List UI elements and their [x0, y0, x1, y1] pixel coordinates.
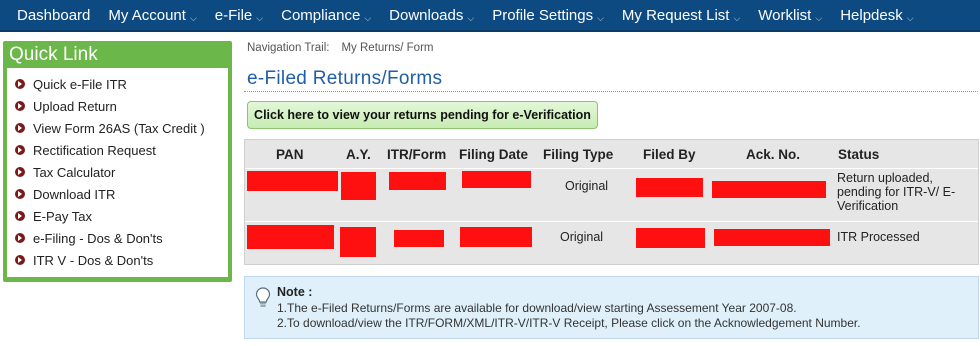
row-divider: [245, 221, 978, 222]
quick-link-item[interactable]: Rectification Request: [7, 139, 228, 161]
bullet-arrow-icon: [15, 233, 25, 243]
chevron-down-icon: ⌵: [733, 12, 741, 23]
redacted-itr-form: [394, 230, 444, 247]
quick-link-label: View Form 26AS (Tax Credit ): [33, 120, 205, 136]
redacted-filing-date: [460, 227, 532, 247]
bullet-arrow-icon: [15, 167, 25, 177]
breadcrumb-path: My Returns/ Form: [341, 42, 434, 54]
chevron-down-icon: ⌵: [906, 12, 914, 23]
status-line: ITR Processed: [837, 230, 920, 244]
quick-link-list: Quick e-File ITR Upload Return View Form…: [7, 68, 228, 277]
filing-type: Original: [560, 230, 604, 244]
redacted-filing-date: [462, 171, 531, 188]
breadcrumb: Navigation Trail: My Returns/ Form: [247, 42, 445, 54]
row-divider: [245, 168, 978, 169]
column-header-ay: A.Y.: [346, 146, 371, 162]
chevron-down-icon: ⌵: [467, 12, 475, 23]
quick-link-item[interactable]: E-Pay Tax: [7, 205, 228, 227]
nav-label: Dashboard: [17, 6, 91, 24]
column-header-pan: PAN: [276, 146, 304, 162]
column-header-status: Status: [838, 146, 880, 162]
filing-type: Original: [565, 179, 609, 193]
title-divider: [244, 91, 978, 92]
nav-label: Compliance: [281, 6, 361, 24]
quick-link-item[interactable]: View Form 26AS (Tax Credit ): [7, 117, 228, 139]
status-text: ITR Processed: [837, 230, 920, 244]
chevron-down-icon: ⌵: [364, 12, 372, 23]
nav-compliance[interactable]: Compliance ⌵: [272, 0, 380, 31]
column-header-filing-type: Filing Type: [543, 146, 614, 162]
nav-my-account[interactable]: My Account ⌵: [99, 0, 205, 31]
bullet-arrow-icon: [15, 101, 25, 111]
column-header-itr-form: ITR/Form: [387, 146, 447, 162]
quick-link-label: ITR V - Dos & Don'ts: [33, 252, 154, 268]
redacted-ay: [341, 172, 376, 200]
status-text: Return uploaded, pending for ITR-V/ E- V…: [837, 171, 955, 213]
bullet-arrow-icon: [15, 123, 25, 133]
redacted-pan: [247, 171, 338, 191]
nav-e-file[interactable]: e-File ⌵: [206, 0, 272, 31]
chevron-down-icon: ⌵: [189, 12, 197, 23]
breadcrumb-label: Navigation Trail:: [247, 42, 330, 54]
bullet-arrow-icon: [15, 145, 25, 155]
returns-table: PAN A.Y. ITR/Form Filing Date Filing Typ…: [244, 139, 979, 265]
note-title: Note :: [277, 285, 313, 299]
quick-link-label: Upload Return: [33, 98, 117, 114]
quick-link-item[interactable]: Quick e-File ITR: [7, 73, 228, 95]
quick-link-label: Tax Calculator: [33, 164, 116, 180]
nav-worklist[interactable]: Worklist ⌵: [749, 0, 831, 31]
bullet-arrow-icon: [15, 255, 25, 265]
nav-dashboard[interactable]: Dashboard: [8, 0, 99, 31]
quick-link-label: Download ITR: [33, 186, 116, 202]
bullet-arrow-icon: [15, 189, 25, 199]
chevron-down-icon: ⌵: [256, 12, 264, 23]
nav-label: Worklist: [758, 6, 812, 24]
nav-label: Helpdesk: [840, 6, 903, 24]
note-line: 2.To download/view the ITR/FORM/XML/ITR-…: [277, 316, 861, 330]
redacted-filed-by: [636, 228, 705, 248]
redacted-pan: [247, 225, 334, 249]
nav-my-request-list[interactable]: My Request List ⌵: [613, 0, 749, 31]
note-box: Note : 1.The e-Filed Returns/Forms are a…: [244, 276, 979, 339]
quick-link-label: E-Pay Tax: [33, 208, 93, 224]
quick-link-item[interactable]: e-Filing - Dos & Don'ts: [7, 227, 228, 249]
column-header-filing-date: Filing Date: [459, 146, 529, 162]
chevron-down-icon: ⌵: [815, 12, 823, 23]
quick-link-panel: Quick Link Quick e-File ITR Upload Retur…: [3, 41, 232, 282]
note-line: 1.The e-Filed Returns/Forms are availabl…: [277, 301, 797, 315]
quick-link-item[interactable]: Tax Calculator: [7, 161, 228, 183]
status-line: Verification: [837, 199, 899, 213]
quick-link-title: Quick Link: [9, 44, 98, 65]
nav-label: Downloads: [389, 6, 464, 24]
redacted-itr-form: [389, 172, 446, 190]
bullet-arrow-icon: [15, 79, 25, 89]
status-line: pending for ITR-V/ E-: [837, 185, 956, 199]
quick-link-item[interactable]: ITR V - Dos & Don'ts: [7, 249, 228, 271]
status-line: Return uploaded,: [837, 171, 933, 185]
quick-link-label: e-Filing - Dos & Don'ts: [33, 230, 163, 246]
column-header-filed-by: Filed By: [643, 146, 696, 162]
column-header-ack-no: Ack. No.: [746, 146, 801, 162]
chevron-down-icon: ⌵: [597, 12, 604, 23]
redacted-ay: [340, 227, 376, 257]
redacted-filed-by: [636, 178, 703, 197]
nav-label: e-File: [214, 6, 253, 24]
quick-link-label: Quick e-File ITR: [33, 76, 127, 92]
nav-helpdesk[interactable]: Helpdesk ⌵: [831, 0, 922, 31]
nav-label: Profile Settings: [492, 6, 594, 24]
nav-downloads[interactable]: Downloads ⌵: [380, 0, 483, 31]
pending-e-verification-button[interactable]: Click here to view your returns pending …: [247, 101, 598, 129]
lightbulb-icon: [255, 287, 271, 307]
bullet-arrow-icon: [15, 211, 25, 221]
top-navigation-bar: Dashboard My Account ⌵ e-File ⌵ Compliance…: [0, 0, 980, 32]
page-title: e-Filed Returns/Forms: [247, 68, 443, 89]
quick-link-label: Rectification Request: [33, 142, 156, 158]
redacted-ack-no[interactable]: [712, 181, 826, 198]
quick-link-item[interactable]: Upload Return: [7, 95, 228, 117]
nav-label: My Account: [108, 6, 186, 24]
nav-profile-settings[interactable]: Profile Settings ⌵: [483, 0, 613, 31]
quick-link-item[interactable]: Download ITR: [7, 183, 228, 205]
redacted-ack-no[interactable]: [714, 229, 830, 246]
nav-label: My Request List: [621, 6, 730, 24]
